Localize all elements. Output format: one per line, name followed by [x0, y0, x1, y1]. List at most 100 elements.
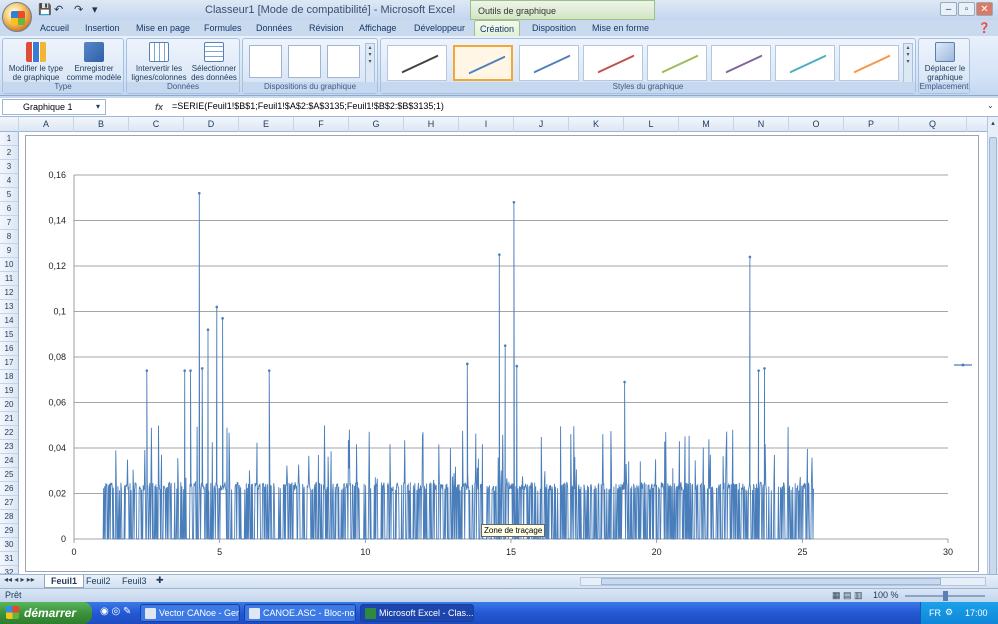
row-header[interactable]: 12: [0, 286, 18, 300]
start-button[interactable]: démarrer: [0, 602, 92, 624]
layouts-scroll[interactable]: ▴ ▾ ▾: [365, 43, 375, 83]
worksheet[interactable]: 0 0,02 0,04 0,06 0,08 0,1 0,12 0,14 0,16 0 5 10 15 2…: [19, 132, 987, 574]
maximize-icon[interactable]: ▫: [958, 2, 975, 16]
task-notepad[interactable]: CANOE.ASC - Bloc-no...: [244, 604, 356, 622]
line-chart[interactable]: 0 0,02 0,04 0,06 0,08 0,1 0,12 0,14 0,16 0 5 10 15 2…: [26, 136, 978, 571]
row-header[interactable]: 7: [0, 216, 18, 230]
tab-developpeur[interactable]: Développeur: [414, 20, 465, 36]
row-header[interactable]: 21: [0, 412, 18, 426]
style-thumb[interactable]: [647, 45, 707, 81]
style-thumb[interactable]: [519, 45, 579, 81]
sheet-tab-feuil3[interactable]: Feuil3: [116, 575, 153, 588]
vertical-scrollbar[interactable]: ▴: [987, 117, 998, 577]
row-header[interactable]: 19: [0, 384, 18, 398]
undo-icon[interactable]: ↶: [54, 3, 63, 17]
qat-dropdown-icon[interactable]: ▾: [92, 3, 98, 17]
tab-insertion[interactable]: Insertion: [85, 20, 120, 36]
row-header[interactable]: 18: [0, 370, 18, 384]
column-header[interactable]: O: [789, 117, 844, 132]
row-header[interactable]: 6: [0, 202, 18, 216]
row-header[interactable]: 20: [0, 398, 18, 412]
tab-formules[interactable]: Formules: [204, 20, 242, 36]
select-data-button[interactable]: Sélectionner des données: [189, 42, 239, 82]
row-header[interactable]: 28: [0, 510, 18, 524]
column-header[interactable]: B: [74, 117, 129, 132]
tab-mise-en-page[interactable]: Mise en page: [136, 20, 190, 36]
tab-accueil[interactable]: Accueil: [40, 20, 69, 36]
row-header[interactable]: 2: [0, 146, 18, 160]
select-all[interactable]: [0, 117, 19, 132]
horizontal-scrollbar[interactable]: [580, 577, 986, 586]
sheet-tab-feuil2[interactable]: Feuil2: [80, 575, 117, 588]
tab-mise-en-forme[interactable]: Mise en forme: [592, 20, 649, 36]
row-header[interactable]: 32: [0, 566, 18, 577]
row-header[interactable]: 23: [0, 440, 18, 454]
column-header[interactable]: D: [184, 117, 239, 132]
column-header[interactable]: G: [349, 117, 404, 132]
column-header[interactable]: H: [404, 117, 459, 132]
quicklaunch-icons[interactable]: ◉ ◎ ✎: [100, 606, 131, 617]
zoom-level[interactable]: 100 %: [873, 590, 899, 600]
row-header[interactable]: 16: [0, 342, 18, 356]
row-header[interactable]: 4: [0, 174, 18, 188]
help-icon[interactable]: ❓: [978, 20, 990, 36]
row-header[interactable]: 13: [0, 300, 18, 314]
formula-input[interactable]: =SERIE(Feuil1!$B$1;Feuil1!$A$2:$A$3135;F…: [172, 101, 444, 111]
name-box-dropdown-icon[interactable]: ▾: [96, 102, 100, 111]
zoom-slider[interactable]: [905, 591, 985, 601]
layout-3-thumb[interactable]: [327, 45, 360, 78]
row-header[interactable]: 3: [0, 160, 18, 174]
name-box[interactable]: Graphique 1: [2, 99, 106, 115]
scroll-up-icon[interactable]: ▴: [989, 119, 997, 127]
office-button[interactable]: [2, 2, 32, 32]
view-buttons-icon[interactable]: ▦ ▤ ▥: [832, 590, 863, 601]
column-header[interactable]: F: [294, 117, 349, 132]
task-canoe[interactable]: Vector CANoe - Gen...: [140, 604, 240, 622]
save-as-template-button[interactable]: Enregistrer comme modèle: [65, 42, 123, 82]
style-thumb[interactable]: [775, 45, 835, 81]
row-header[interactable]: 11: [0, 272, 18, 286]
column-header[interactable]: I: [459, 117, 514, 132]
change-chart-type-button[interactable]: Modifier le type de graphique: [5, 42, 67, 82]
row-header[interactable]: 26: [0, 482, 18, 496]
fx-icon[interactable]: fx: [151, 99, 167, 115]
sheet-nav-icon[interactable]: ◂◂ ◂ ▸ ▸▸: [4, 575, 35, 584]
row-header[interactable]: 17: [0, 356, 18, 370]
row-header[interactable]: 27: [0, 496, 18, 510]
row-header[interactable]: 1: [0, 132, 18, 146]
tray-icons[interactable]: ⚙: [945, 607, 953, 618]
style-thumb[interactable]: [839, 45, 899, 81]
minimize-icon[interactable]: –: [940, 2, 957, 16]
tab-creation[interactable]: Création: [474, 20, 520, 36]
column-header[interactable]: L: [624, 117, 679, 132]
column-header[interactable]: P: [844, 117, 899, 132]
chart-area[interactable]: 0 0,02 0,04 0,06 0,08 0,1 0,12 0,14 0,16 0 5 10 15 2…: [25, 135, 979, 572]
row-header[interactable]: 24: [0, 454, 18, 468]
sheet-tab-feuil1[interactable]: Feuil1: [44, 575, 85, 588]
legend[interactable]: [954, 363, 972, 367]
layout-1-thumb[interactable]: [249, 45, 282, 78]
tab-disposition[interactable]: Disposition: [532, 20, 576, 36]
row-header[interactable]: 14: [0, 314, 18, 328]
row-header[interactable]: 5: [0, 188, 18, 202]
tab-donnees[interactable]: Données: [256, 20, 292, 36]
row-header[interactable]: 9: [0, 244, 18, 258]
close-icon[interactable]: ✕: [976, 2, 993, 16]
column-header[interactable]: M: [679, 117, 734, 132]
column-header[interactable]: N: [734, 117, 789, 132]
style-thumb[interactable]: [583, 45, 643, 81]
style-thumb-selected[interactable]: [453, 45, 513, 81]
new-sheet-icon[interactable]: ✚: [156, 575, 164, 586]
lang-indicator[interactable]: FR: [929, 608, 941, 618]
style-thumb[interactable]: [711, 45, 771, 81]
tab-affichage[interactable]: Affichage: [359, 20, 396, 36]
task-excel[interactable]: Microsoft Excel - Clas...: [360, 604, 474, 622]
layout-2-thumb[interactable]: [288, 45, 321, 78]
style-thumb[interactable]: [387, 45, 447, 81]
column-header[interactable]: E: [239, 117, 294, 132]
row-header[interactable]: 29: [0, 524, 18, 538]
move-chart-button[interactable]: Déplacer le graphique: [921, 42, 969, 82]
column-header[interactable]: C: [129, 117, 184, 132]
row-header[interactable]: 8: [0, 230, 18, 244]
formula-expand-icon[interactable]: ⌄: [987, 101, 994, 110]
